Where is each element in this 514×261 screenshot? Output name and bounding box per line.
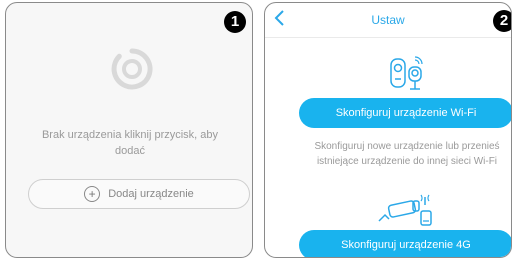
configure-4g-button[interactable]: Skonfiguruj urządzenie 4G: [299, 230, 511, 257]
page-title: Ustaw: [371, 13, 405, 27]
4g-camera-icon: [378, 194, 432, 226]
step-badge-1: 1: [224, 11, 246, 33]
empty-message: Brak urządzenia kliknij przycisk, aby do…: [41, 129, 219, 157]
add-device-label: Dodaj urządzenie: [108, 188, 194, 200]
step-badge-2: 2: [493, 10, 511, 32]
empty-device-icon: [111, 48, 153, 90]
wifi-description: Skonfiguruj nowe urządzenie lub przenieś…: [314, 141, 500, 167]
device-list-screen: 1 Brak urządzenia kliknij przycisk, aby …: [5, 2, 253, 258]
setup-screen: Ustaw 2 Skonfiguruj urządzenie Wi-Fi Sko…: [264, 2, 512, 258]
add-device-button[interactable]: + Dodaj urządzenie: [28, 179, 250, 209]
configure-wifi-button[interactable]: Skonfiguruj urządzenie Wi-Fi: [299, 98, 511, 128]
wifi-camera-icon: [390, 56, 423, 90]
plus-icon: +: [84, 186, 101, 202]
top-bar: Ustaw: [265, 3, 511, 38]
